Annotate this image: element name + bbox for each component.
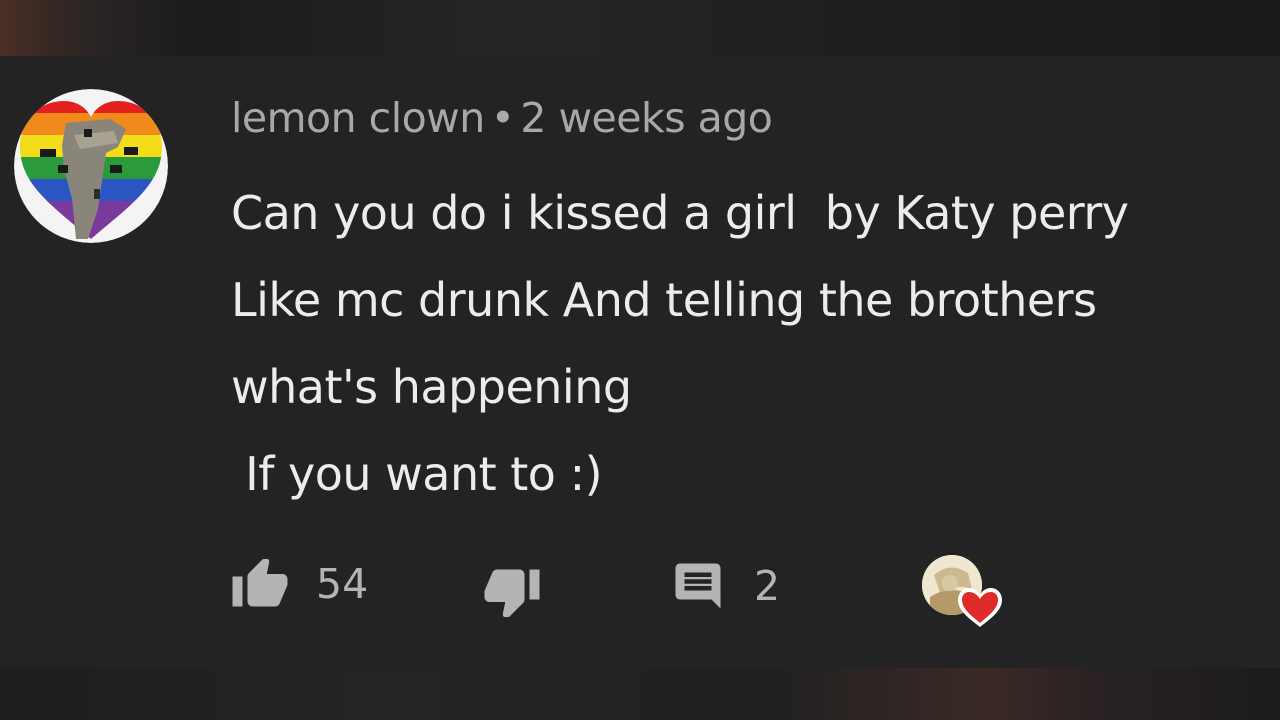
video-frame: lemon clown • 2 weeks ago Can you do i kis… — [0, 0, 1280, 720]
comment-actions: 54 2 — [0, 551, 1280, 631]
comment-body: Can you do i kissed a girl by Katy perry… — [231, 170, 1271, 518]
comment-line: If you want to :) — [231, 447, 603, 501]
thumbs-down-icon — [484, 569, 540, 617]
comment-line: Like mc drunk And telling the brothers — [231, 273, 1097, 327]
bottom-blurred-strip — [0, 668, 1280, 720]
comment-meta: lemon clown • 2 weeks ago — [231, 94, 773, 142]
reply-button[interactable]: 2 — [670, 559, 780, 613]
author-name[interactable]: lemon clown — [231, 94, 485, 142]
reply-count: 2 — [754, 562, 781, 610]
like-button[interactable]: 54 — [230, 559, 368, 609]
comment-line: what's happening — [231, 360, 632, 414]
avatar-image — [14, 89, 168, 243]
like-count: 54 — [316, 560, 369, 608]
thumbs-up-icon — [232, 559, 288, 607]
top-blurred-strip — [0, 0, 1280, 56]
comment-line: Can you do i kissed a girl by Katy perry — [231, 186, 1129, 240]
dislike-button[interactable] — [482, 567, 542, 617]
comment-timestamp[interactable]: 2 weeks ago — [520, 94, 772, 142]
comment-card: lemon clown • 2 weeks ago Can you do i kis… — [0, 56, 1280, 668]
heart-icon — [922, 555, 1002, 627]
avatar[interactable] — [14, 89, 168, 243]
meta-separator: • — [490, 94, 515, 142]
creator-heart[interactable] — [920, 553, 1010, 633]
comment-icon — [675, 563, 721, 609]
